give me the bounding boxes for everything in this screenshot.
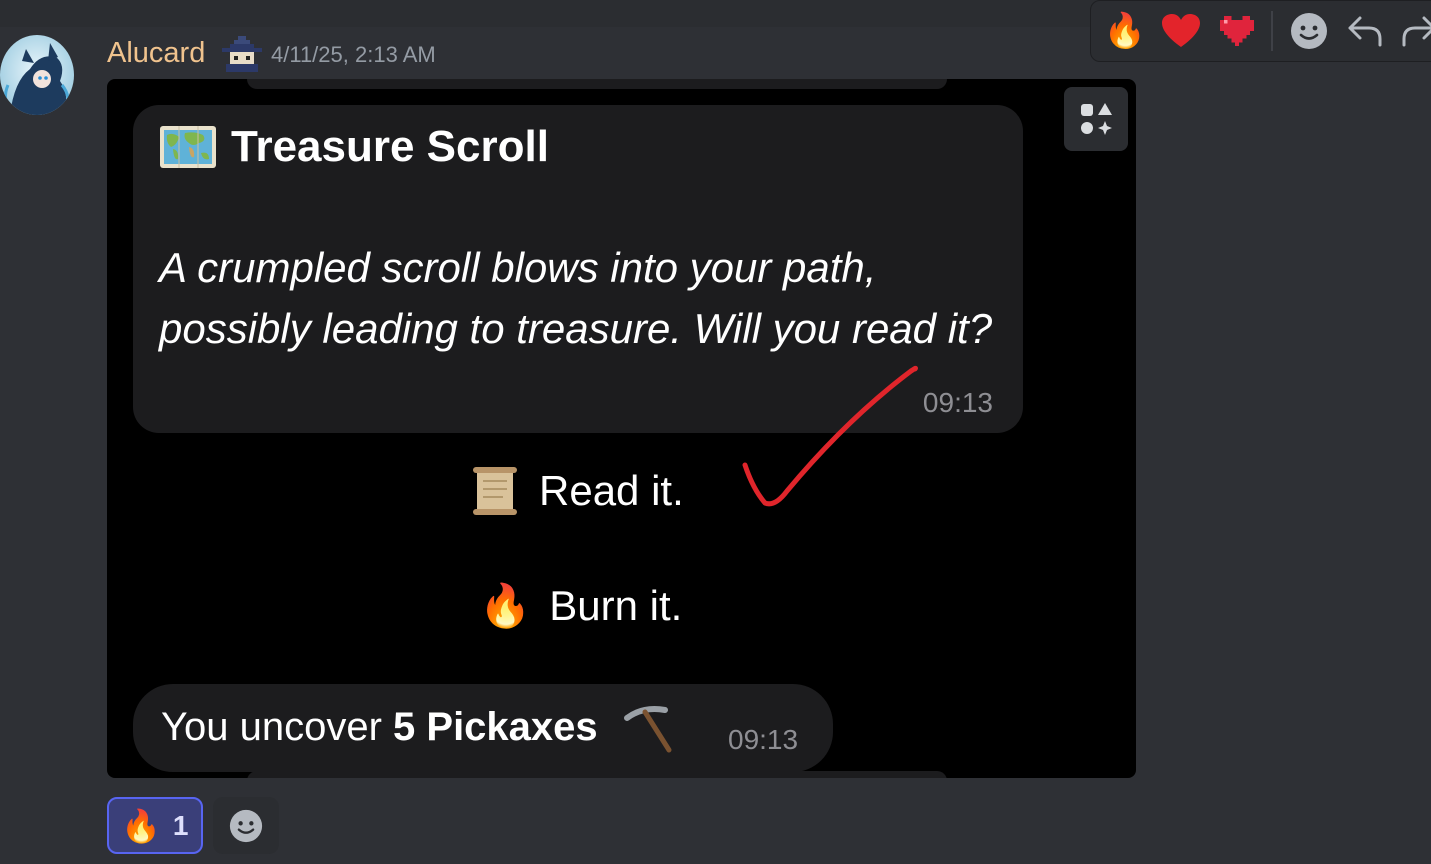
bubble-title-text: Treasure Scroll — [231, 122, 549, 171]
fire-icon: 🔥 — [121, 806, 161, 845]
reward-text: You uncover 5 Pickaxes — [161, 702, 675, 754]
image-attachment[interactable]: Treasure Scroll A crumpled scroll blows … — [107, 79, 1136, 778]
add-reaction-button[interactable] — [213, 797, 279, 854]
author-name[interactable]: Alucard — [107, 36, 205, 70]
avatar-image — [0, 35, 74, 115]
reward-bubble: You uncover 5 Pickaxes 09:13 — [133, 684, 833, 772]
choice-label: Read it. — [539, 467, 684, 514]
pickaxe-icon — [623, 706, 672, 753]
avatar[interactable] — [0, 35, 74, 115]
reply-button[interactable] — [1345, 11, 1385, 51]
forward-button[interactable] — [1399, 11, 1431, 51]
choice-label: Burn it. — [549, 582, 683, 629]
previous-bubble-edge — [247, 79, 947, 89]
add-reaction-icon — [1291, 13, 1327, 49]
red-checkmark-annotation — [742, 365, 918, 507]
reaction-count: 1 — [172, 809, 189, 841]
image-actions-button[interactable] — [1064, 87, 1128, 151]
quick-react-heart-button[interactable] — [1161, 11, 1201, 51]
heart-icon — [1162, 14, 1200, 47]
message-actions-toolbar: 🔥 — [1090, 0, 1431, 62]
choice-burn-it: 🔥 Burn it. — [479, 581, 682, 631]
add-reaction-icon — [229, 809, 263, 842]
reply-icon — [1348, 16, 1382, 47]
fire-icon: 🔥 — [479, 582, 532, 629]
scroll-icon — [473, 467, 517, 515]
bubble-body-text: A crumpled scroll blows into your path, … — [159, 244, 993, 352]
forward-icon — [1402, 16, 1431, 47]
add-reaction-button[interactable] — [1289, 11, 1329, 51]
world-map-icon — [160, 126, 216, 168]
choice-read-it: Read it. — [469, 465, 684, 517]
quick-react-fire-button[interactable]: 🔥 — [1104, 11, 1146, 51]
quick-react-pixel-heart-button[interactable] — [1217, 11, 1257, 51]
reward-time: 09:13 — [728, 724, 799, 755]
next-bubble-edge — [247, 771, 947, 778]
reaction-fire[interactable]: 🔥 1 — [107, 797, 203, 854]
pixel-heart-icon — [1220, 16, 1254, 46]
wizard-badge-icon — [222, 36, 262, 72]
message-timestamp: 4/11/25, 2:13 AM — [271, 42, 436, 67]
apps-icon — [1081, 103, 1112, 135]
reward-amount: 5 Pickaxes — [393, 705, 598, 749]
toolbar-divider — [1271, 11, 1273, 51]
bubble-title: Treasure Scroll — [159, 121, 549, 173]
